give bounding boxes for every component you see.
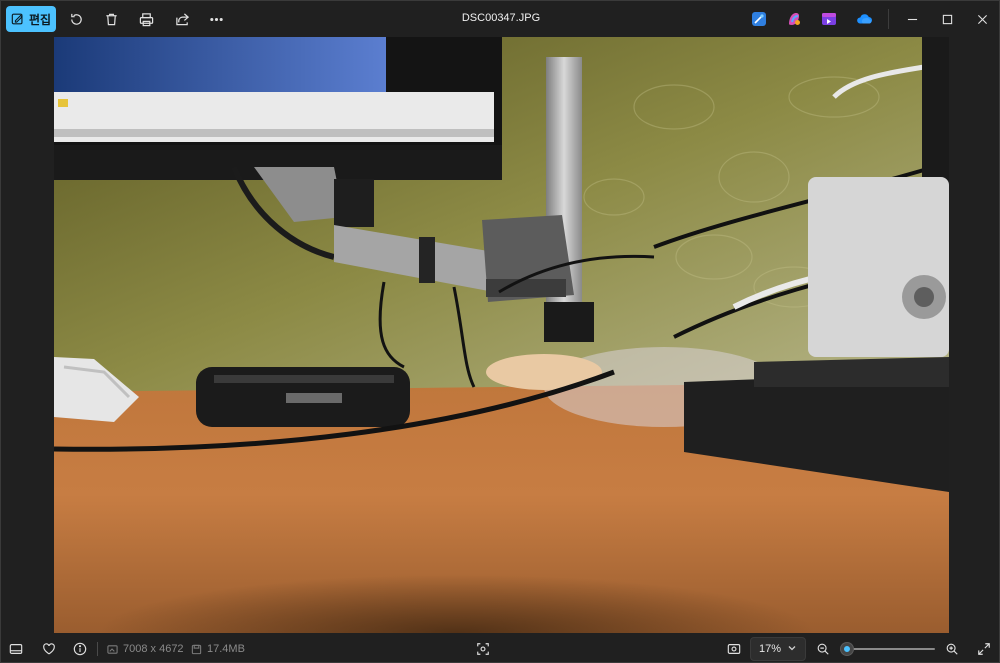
full-screen-button[interactable] <box>975 640 993 658</box>
edit-button-label: 편집 <box>28 12 52 27</box>
zoom-slider-thumb[interactable] <box>841 643 853 655</box>
zoom-in-button[interactable] <box>943 640 961 658</box>
file-info-button[interactable] <box>71 640 89 658</box>
photos-app-window: 편집 DSC00347.JPG 7008 x 4672 17.4MB 17% <box>0 0 1000 663</box>
zoom-level-dropdown[interactable]: 17% <box>750 637 806 661</box>
save-disk-icon <box>191 644 202 654</box>
heart-icon <box>43 643 55 655</box>
onedrive-app-button[interactable] <box>856 10 874 28</box>
clipchamp-icon <box>822 13 836 25</box>
share-button[interactable] <box>172 9 192 29</box>
file-size-text: 17.4MB <box>207 643 245 655</box>
info-icon <box>73 642 87 656</box>
filmstrip-icon <box>9 644 23 654</box>
image-dimensions: 7008 x 4672 <box>107 643 184 655</box>
delete-icon <box>105 13 117 25</box>
edit-photo-icon <box>11 13 23 25</box>
status-bar: 7008 x 4672 17.4MB 17% <box>1 633 1000 663</box>
clipchamp-app-button[interactable] <box>820 10 838 28</box>
more-options-button[interactable] <box>206 9 226 29</box>
rotate-button[interactable] <box>66 9 86 29</box>
filmstrip-button[interactable] <box>7 640 25 658</box>
minimize-icon <box>907 18 917 20</box>
dimensions-icon <box>107 644 118 654</box>
statusbar-divider <box>97 642 98 656</box>
visual-search-icon <box>477 643 489 655</box>
maximize-icon <box>942 14 952 24</box>
delete-button[interactable] <box>101 9 121 29</box>
copilot-icon <box>789 13 800 25</box>
dimensions-text: 7008 x 4672 <box>123 643 184 655</box>
expand-icon <box>978 643 990 655</box>
zoom-slider[interactable] <box>841 642 937 656</box>
zoom-level-value: 17% <box>759 643 782 655</box>
more-icon <box>209 17 223 21</box>
zoom-out-button[interactable] <box>814 640 832 658</box>
copilot-app-button[interactable] <box>785 10 803 28</box>
file-size: 17.4MB <box>191 643 245 655</box>
share-icon <box>175 12 189 25</box>
onedrive-icon <box>857 14 872 24</box>
fit-to-window-icon <box>727 644 741 654</box>
chevron-down-icon <box>787 643 797 653</box>
visual-search-button[interactable] <box>474 640 492 658</box>
print-button[interactable] <box>136 9 156 29</box>
zoom-out-icon <box>817 643 829 655</box>
title-bar: 편집 DSC00347.JPG <box>1 1 1000 37</box>
close-icon <box>977 14 987 24</box>
photo-image <box>54 37 949 633</box>
edit-button[interactable]: 편집 <box>6 6 56 32</box>
photo-canvas[interactable] <box>54 37 949 633</box>
close-button[interactable] <box>972 9 992 29</box>
designer-app-button[interactable] <box>750 10 768 28</box>
favorite-button[interactable] <box>40 640 58 658</box>
zoom-in-icon <box>946 643 958 655</box>
zoom-slider-track <box>847 648 935 650</box>
maximize-button[interactable] <box>937 9 957 29</box>
designer-icon <box>752 12 766 26</box>
minimize-button[interactable] <box>902 9 922 29</box>
print-icon <box>139 12 153 26</box>
fit-to-window-button[interactable] <box>725 640 743 658</box>
titlebar-divider <box>888 9 889 29</box>
rotate-icon <box>70 13 82 25</box>
